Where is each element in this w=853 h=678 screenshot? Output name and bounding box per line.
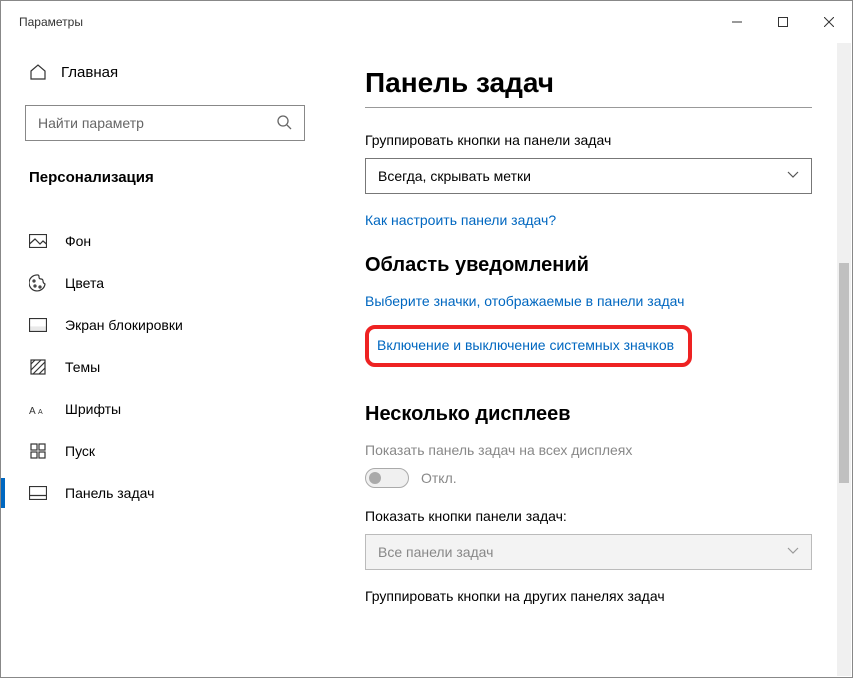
dropdown-value: Всегда, скрывать метки: [378, 168, 531, 184]
group-buttons-label: Группировать кнопки на панели задач: [365, 132, 812, 148]
sidebar-item-label: Фон: [65, 233, 91, 249]
sidebar-item-taskbar[interactable]: Панель задач: [1, 472, 329, 514]
sidebar-item-label: Темы: [65, 359, 100, 375]
picture-icon: [29, 232, 47, 250]
sidebar-item-label: Панель задач: [65, 485, 154, 501]
chevron-down-icon: [787, 546, 799, 558]
close-button[interactable]: [806, 1, 852, 43]
vertical-scrollbar[interactable]: [837, 43, 851, 676]
scroll-thumb[interactable]: [839, 263, 849, 483]
svg-text:A: A: [29, 406, 36, 417]
palette-icon: [29, 274, 47, 292]
show-buttons-label: Показать кнопки панели задач:: [365, 508, 812, 524]
highlighted-link-box: Включение и выключение системных значков: [365, 325, 692, 367]
title-underline: [365, 107, 812, 108]
sidebar-item-label: Пуск: [65, 443, 95, 459]
window-controls: [714, 1, 852, 43]
sidebar-item-background[interactable]: Фон: [1, 220, 329, 262]
page-title: Панель задач: [365, 67, 812, 99]
minimize-button[interactable]: [714, 1, 760, 43]
sidebar-item-label: Цвета: [65, 275, 104, 291]
sidebar-item-label: Шрифты: [65, 401, 121, 417]
themes-icon: [29, 358, 47, 376]
fonts-icon: AA: [29, 400, 47, 418]
section-notification-area: Область уведомлений: [365, 254, 812, 277]
toggle-state-label: Откл.: [421, 470, 457, 486]
home-link[interactable]: Главная: [1, 53, 329, 91]
maximize-button[interactable]: [760, 1, 806, 43]
show-all-displays-toggle[interactable]: [365, 468, 409, 488]
window-title: Параметры: [19, 15, 83, 29]
sidebar-item-label: Экран блокировки: [65, 317, 183, 333]
group-other-label: Группировать кнопки на других панелях за…: [365, 588, 812, 604]
content-area: Панель задач Группировать кнопки на пане…: [329, 43, 852, 677]
home-label: Главная: [61, 64, 118, 81]
search-input[interactable]: Найти параметр: [25, 105, 305, 141]
lockscreen-icon: [29, 316, 47, 334]
sidebar-item-fonts[interactable]: AA Шрифты: [1, 388, 329, 430]
titlebar: Параметры: [1, 1, 852, 43]
select-icons-link[interactable]: Выберите значки, отображаемые в панели з…: [365, 293, 812, 309]
category-label: Персонализация: [1, 155, 329, 200]
home-icon: [29, 63, 47, 81]
search-placeholder: Найти параметр: [38, 115, 144, 131]
search-icon: [276, 114, 292, 133]
sidebar-item-lockscreen[interactable]: Экран блокировки: [1, 304, 329, 346]
sidebar-item-themes[interactable]: Темы: [1, 346, 329, 388]
sidebar-item-colors[interactable]: Цвета: [1, 262, 329, 304]
dropdown-value: Все панели задач: [378, 544, 493, 560]
help-link[interactable]: Как настроить панели задач?: [365, 212, 812, 228]
sidebar-item-start[interactable]: Пуск: [1, 430, 329, 472]
section-multiple-displays: Несколько дисплеев: [365, 403, 812, 426]
start-icon: [29, 442, 47, 460]
show-buttons-dropdown[interactable]: Все панели задач: [365, 534, 812, 570]
chevron-down-icon: [787, 170, 799, 182]
sidebar: Главная Найти параметр Персонализация Фо…: [1, 43, 329, 677]
show-all-displays-label: Показать панель задач на всех дисплеях: [365, 442, 812, 458]
group-buttons-dropdown[interactable]: Всегда, скрывать метки: [365, 158, 812, 194]
svg-text:A: A: [38, 409, 43, 416]
system-icons-link[interactable]: Включение и выключение системных значков: [377, 337, 674, 353]
taskbar-icon: [29, 484, 47, 502]
